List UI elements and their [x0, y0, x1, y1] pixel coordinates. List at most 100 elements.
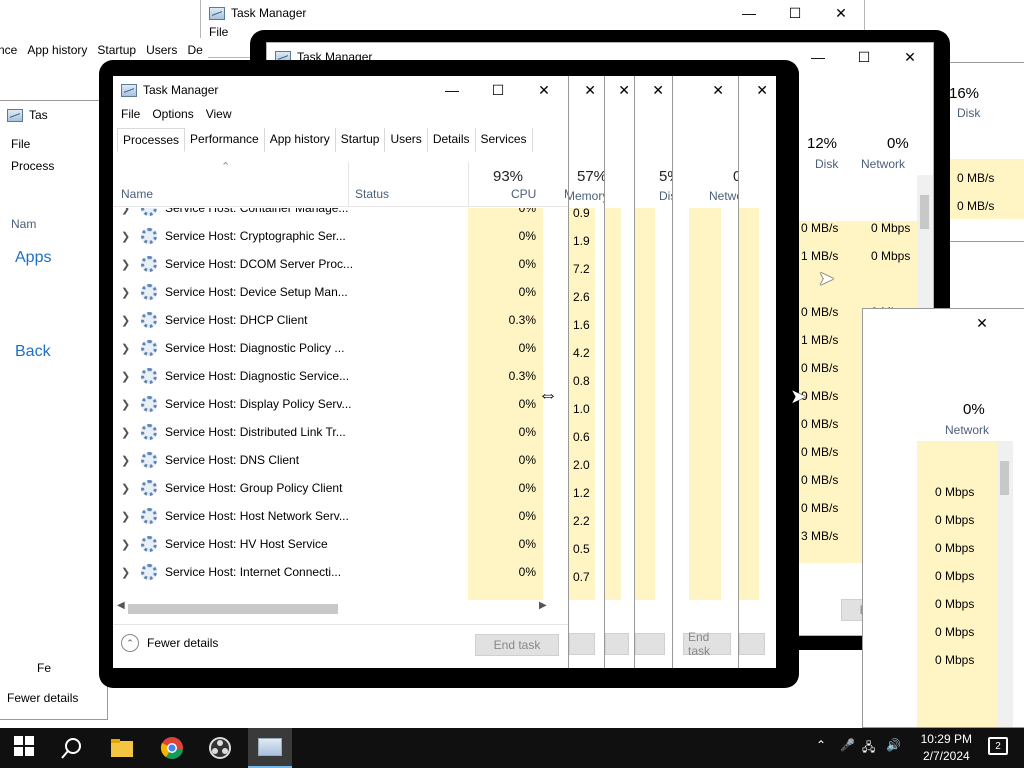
- menu-file[interactable]: File: [115, 107, 146, 121]
- maximize-icon[interactable]: ☐: [772, 0, 818, 27]
- tab-details[interactable]: Details: [428, 128, 476, 152]
- close-icon[interactable]: ✕: [712, 82, 724, 99]
- right-vscroll-thumb[interactable]: [920, 195, 929, 229]
- slice-end-task[interactable]: [569, 633, 595, 655]
- close-icon[interactable]: ✕: [818, 0, 864, 27]
- close-icon[interactable]: ✕: [521, 76, 567, 104]
- far-right-network-header[interactable]: Network: [945, 423, 989, 437]
- bg-tab-nce[interactable]: nce: [0, 43, 17, 57]
- menu-options[interactable]: Options: [146, 107, 199, 121]
- horizontal-scroll-thumb[interactable]: [128, 604, 338, 614]
- minimize-icon[interactable]: —: [429, 76, 475, 104]
- microphone-icon[interactable]: 🎤: [840, 738, 855, 752]
- process-row[interactable]: ❯ Service Host: Container Manage... 0%: [113, 208, 553, 222]
- chevron-up-icon[interactable]: ⌃: [121, 634, 139, 652]
- obs-icon[interactable]: [208, 736, 232, 760]
- column-name[interactable]: Name: [121, 187, 153, 201]
- process-row[interactable]: ❯ Service Host: Diagnostic Service... 0.3%: [113, 362, 553, 390]
- tab-services[interactable]: Services: [476, 128, 533, 152]
- process-row[interactable]: ❯ Service Host: Distributed Link Tr... 0%: [113, 418, 553, 446]
- expand-chevron-icon[interactable]: ❯: [121, 566, 135, 579]
- process-row[interactable]: ❯ Service Host: Internet Connecti... 0%: [113, 558, 553, 586]
- bg-tab-app-history[interactable]: App history: [27, 43, 87, 57]
- slice-network-header[interactable]: Network: [709, 189, 738, 203]
- tab-processes[interactable]: Processes: [117, 128, 186, 152]
- process-row[interactable]: ❯ Service Host: Display Policy Serv... 0%: [113, 390, 553, 418]
- process-row[interactable]: ❯ Service Host: DNS Client 0%: [113, 446, 553, 474]
- column-divider[interactable]: [468, 162, 469, 206]
- expand-chevron-icon[interactable]: ❯: [121, 230, 135, 243]
- volume-icon[interactable]: 🔊: [886, 738, 901, 752]
- fewer-details-label[interactable]: Fewer details: [147, 636, 218, 650]
- minimize-icon[interactable]: —: [795, 43, 841, 71]
- chrome-icon[interactable]: [160, 736, 184, 760]
- right-disk-header[interactable]: Disk: [815, 157, 838, 171]
- slice-end-task[interactable]: [605, 633, 629, 655]
- scroll-left-icon[interactable]: ◀: [117, 600, 125, 611]
- end-task-button[interactable]: End task: [475, 634, 559, 656]
- bg-left-fewer[interactable]: Fe: [37, 661, 51, 675]
- close-icon[interactable]: ✕: [584, 82, 596, 99]
- close-icon[interactable]: ✕: [959, 309, 1005, 337]
- process-row[interactable]: ❯ Service Host: Diagnostic Policy ... 0%: [113, 334, 553, 362]
- column-cpu[interactable]: CPU: [511, 187, 536, 201]
- bg-left-fewer-details[interactable]: Fewer details: [7, 691, 78, 705]
- process-row[interactable]: ❯ Service Host: Group Policy Client 0%: [113, 474, 553, 502]
- process-row[interactable]: ❯ Service Host: DCOM Server Proc... 0%: [113, 250, 553, 278]
- menu-view[interactable]: View: [200, 107, 238, 121]
- expand-chevron-icon[interactable]: ❯: [121, 538, 135, 551]
- network-icon[interactable]: 🖧: [862, 738, 875, 759]
- bg-left-process-tab[interactable]: Process: [11, 159, 54, 173]
- expand-chevron-icon[interactable]: ❯: [121, 398, 135, 411]
- maximize-icon[interactable]: ☐: [841, 43, 887, 71]
- expand-chevron-icon[interactable]: ❯: [121, 342, 135, 355]
- tab-startup[interactable]: Startup: [336, 128, 386, 152]
- far-right-disk-header[interactable]: Disk: [957, 106, 980, 120]
- search-icon[interactable]: [60, 736, 84, 760]
- expand-chevron-icon[interactable]: ❯: [121, 370, 135, 383]
- process-row[interactable]: ❯ Service Host: HV Host Service 0%: [113, 530, 553, 558]
- column-status[interactable]: Status: [355, 187, 389, 201]
- process-row[interactable]: ❯ Service Host: DHCP Client 0.3%: [113, 306, 553, 334]
- expand-chevron-icon[interactable]: ❯: [121, 258, 135, 271]
- slice-memory-header[interactable]: Memory: [569, 189, 604, 203]
- process-row[interactable]: ❯ Service Host: Device Setup Man... 0%: [113, 278, 553, 306]
- tab-users[interactable]: Users: [385, 128, 428, 152]
- process-row[interactable]: ❯ Service Host: Cryptographic Ser... 0%: [113, 222, 553, 250]
- slice-end-task[interactable]: [739, 633, 765, 655]
- column-divider[interactable]: [348, 162, 349, 206]
- file-explorer-icon[interactable]: [110, 736, 134, 760]
- minimize-icon[interactable]: —: [726, 0, 772, 27]
- expand-chevron-icon[interactable]: ❯: [121, 482, 135, 495]
- bg-left-file[interactable]: File: [11, 137, 30, 151]
- bg-tab-users[interactable]: Users: [146, 43, 177, 57]
- task-manager-taskbar-button[interactable]: [248, 728, 292, 768]
- tab-app-history[interactable]: App history: [265, 128, 336, 152]
- close-icon[interactable]: ✕: [618, 82, 630, 99]
- close-icon[interactable]: ✕: [887, 43, 933, 71]
- expand-chevron-icon[interactable]: ❯: [121, 426, 135, 439]
- bg-tab-de[interactable]: De: [187, 43, 202, 57]
- expand-chevron-icon[interactable]: ❯: [121, 208, 135, 215]
- close-icon[interactable]: ✕: [756, 82, 768, 99]
- windows-start-icon[interactable]: [14, 736, 38, 760]
- right-network-header[interactable]: Network: [861, 157, 905, 171]
- expand-chevron-icon[interactable]: ❯: [121, 286, 135, 299]
- chevron-up-icon[interactable]: ⌃: [816, 738, 826, 752]
- bg-menu-file[interactable]: File: [209, 25, 228, 39]
- slice-end-task[interactable]: End task: [683, 630, 731, 658]
- expand-chevron-icon[interactable]: ❯: [121, 314, 135, 327]
- scroll-right-icon[interactable]: ▶: [539, 600, 547, 611]
- expand-chevron-icon[interactable]: ❯: [121, 454, 135, 467]
- slice-end-task[interactable]: [635, 633, 665, 655]
- clock[interactable]: 10:29 PM 2/7/2024: [921, 731, 972, 765]
- close-icon[interactable]: ✕: [652, 82, 664, 99]
- horizontal-scrollbar[interactable]: ◀ ▶: [113, 600, 553, 616]
- bg-tab-startup[interactable]: Startup: [97, 43, 136, 57]
- fewer-details-link[interactable]: ⌃ Fewer details: [121, 634, 218, 652]
- far-right-vscroll[interactable]: [997, 441, 1013, 727]
- process-row[interactable]: ❯ Service Host: Host Network Serv... 0%: [113, 502, 553, 530]
- notification-icon[interactable]: 2: [988, 737, 1008, 755]
- maximize-icon[interactable]: ☐: [475, 76, 521, 104]
- tab-performance[interactable]: Performance: [185, 128, 265, 152]
